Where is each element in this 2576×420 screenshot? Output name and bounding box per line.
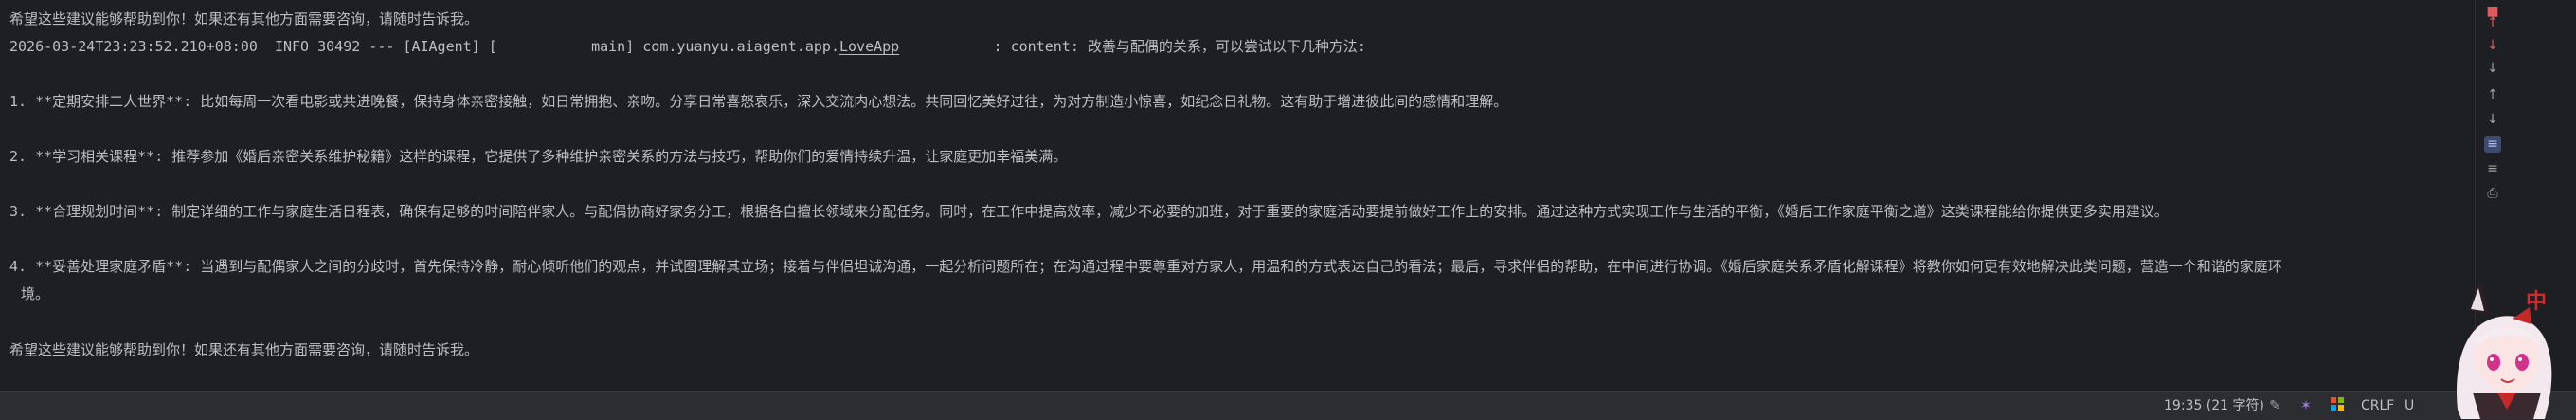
windows-logo — [2331, 397, 2344, 411]
status-bar: 19:35 (21 字符) ✎ ✶ CRLF U — [0, 391, 2576, 420]
list-item: 4. **妥善处理家庭矛盾**: 当遇到与配偶家人之间的分歧时，首先保持冷静，耐… — [9, 253, 2446, 308]
list-item: 1. **定期安排二人世界**: 比如每周一次看电影或共进晚餐，保持身体亲密接触… — [9, 93, 1508, 110]
scroll-down-icon[interactable]: ↓ — [2484, 37, 2501, 54]
file-encoding[interactable]: U — [2405, 397, 2414, 414]
sort-icon[interactable]: ↓ — [2484, 60, 2501, 77]
up-icon[interactable]: ↑ — [2484, 86, 2501, 103]
soft-wrap-icon[interactable]: ≡ — [2484, 136, 2501, 153]
log-class-link[interactable]: LoveApp — [839, 38, 899, 55]
list-item: 2. **学习相关课程**: 推荐参加《婚后亲密关系维护秘籍》这样的课程，它提供… — [9, 148, 1068, 165]
console-line: 希望这些建议能够帮助到你！如果还有其他方面需要咨询，请随时告诉我。 — [9, 341, 479, 358]
language-badge[interactable]: 中 — [2526, 284, 2547, 315]
line-separator[interactable]: CRLF — [2361, 397, 2394, 414]
console-line: 希望这些建议能够帮助到你！如果还有其他方面需要咨询，请随时告诉我。 — [9, 10, 479, 27]
console-output[interactable]: 希望这些建议能够帮助到你！如果还有其他方面需要咨询，请随时告诉我。 2026-0… — [0, 0, 2475, 391]
log-line: 2026-03-24T23:23:52.210+08:00 INFO 30492… — [9, 33, 2446, 61]
list-item-continuation: 境。 — [21, 285, 50, 302]
down-icon[interactable]: ↓ — [2484, 111, 2501, 128]
print-icon[interactable]: ⎙ — [2484, 185, 2501, 202]
log-prefix: 2026-03-24T23:23:52.210+08:00 INFO 30492… — [9, 38, 839, 55]
list-item-text: 4. **妥善处理家庭矛盾**: 当遇到与配偶家人之间的分歧时，首先保持冷静，耐… — [9, 258, 2282, 275]
cursor-position[interactable]: 19:35 (21 字符) — [2164, 397, 2264, 414]
mascot-character-image — [2457, 281, 2552, 419]
filter-icon[interactable]: ≡ — [2484, 160, 2501, 177]
plugin-icon[interactable]: ✶ — [2297, 397, 2315, 414]
pencil-off-icon[interactable]: ✎ — [2266, 397, 2283, 414]
log-suffix: : content: 改善与配偶的关系，可以尝试以下几种方法: — [899, 38, 1366, 55]
windows-icon[interactable] — [2329, 397, 2346, 414]
list-item: 3. **合理规划时间**: 制定详细的工作与家庭生活日程表，确保有足够的时间陪… — [9, 203, 2169, 220]
scroll-up-icon[interactable]: ↑ — [2484, 14, 2501, 31]
